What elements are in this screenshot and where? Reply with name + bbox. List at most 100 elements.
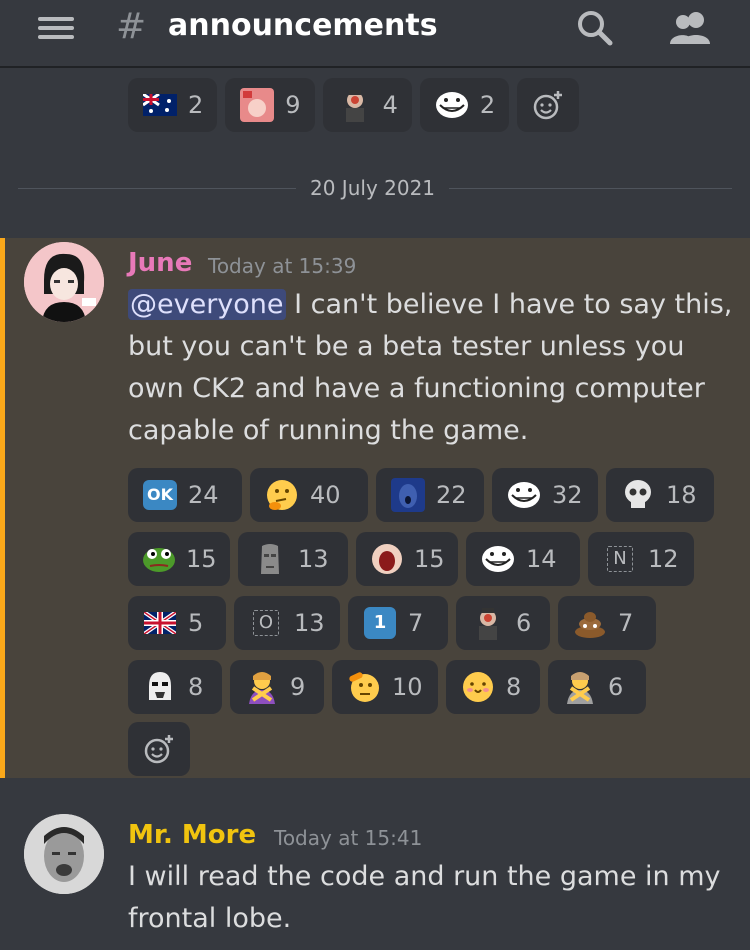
reaction-count: 12 xyxy=(648,545,679,573)
reaction-king[interactable]: 6 xyxy=(456,596,550,650)
reaction-pepe[interactable]: 15 xyxy=(128,532,230,586)
reaction-screaming[interactable]: 15 xyxy=(356,532,458,586)
reaction-letter-o[interactable]: O 13 xyxy=(234,596,340,650)
reaction-count: 9 xyxy=(290,673,306,701)
channel-name: announcements xyxy=(168,8,438,43)
thinking-face-icon xyxy=(264,477,300,513)
reaction-pleading[interactable]: 8 xyxy=(446,660,540,714)
reaction-count: 6 xyxy=(516,609,532,637)
reaction-row: 15 13 15 14 N 12 xyxy=(128,532,694,586)
reaction-count: 14 xyxy=(526,545,557,573)
moai-icon xyxy=(252,541,288,577)
reaction-king[interactable]: 4 xyxy=(322,78,412,132)
message-content: @everyone I can't believe I have to say … xyxy=(128,284,738,452)
saluting-face-icon xyxy=(346,669,382,705)
reaction-gesturing-no[interactable]: 9 xyxy=(230,660,324,714)
reaction-count: 13 xyxy=(294,609,325,637)
blue-scream-emoji-icon xyxy=(390,477,426,513)
reaction-count: 7 xyxy=(408,609,424,637)
trollface-emoji-icon xyxy=(506,477,542,513)
reaction-count: 2 xyxy=(188,91,204,119)
message-timestamp: Today at 15:41 xyxy=(274,826,423,850)
trollface-emoji-icon xyxy=(434,87,470,123)
reaction-count: 7 xyxy=(618,609,634,637)
reaction-count: 8 xyxy=(506,673,522,701)
members-icon[interactable] xyxy=(666,8,716,48)
top-bar: # announcements xyxy=(0,0,750,68)
reaction-count: 6 xyxy=(608,673,624,701)
message-author[interactable]: Mr. More xyxy=(128,820,256,850)
add-reaction-icon xyxy=(533,91,563,120)
reaction-count: 15 xyxy=(186,545,217,573)
avatar-mr-more[interactable] xyxy=(24,814,104,894)
reaction-moai[interactable]: 13 xyxy=(238,532,348,586)
reaction-trollface[interactable]: 2 xyxy=(419,78,510,132)
australia-flag-icon xyxy=(142,87,178,123)
reaction-poop[interactable]: 7 xyxy=(558,596,656,650)
everyone-mention[interactable]: @everyone xyxy=(128,289,286,320)
reaction-keycap-one[interactable]: 1 7 xyxy=(348,596,448,650)
reaction-letter-n[interactable]: N 12 xyxy=(588,532,694,586)
stormtrooper-emoji-icon xyxy=(142,669,178,705)
reaction-count: 15 xyxy=(414,545,445,573)
reaction-thinking[interactable]: 40 xyxy=(250,468,368,522)
reaction-uk-flag[interactable]: 5 xyxy=(128,596,226,650)
person-gesturing-no-icon xyxy=(244,669,280,705)
reaction-row: 5 O 13 1 7 6 7 xyxy=(128,596,656,650)
reaction-count: 10 xyxy=(392,673,423,701)
anime-girl-emoji-icon xyxy=(239,87,275,123)
add-reaction-icon xyxy=(144,735,173,764)
reaction-blue-scream[interactable]: 22 xyxy=(376,468,484,522)
ok-glyph: OK xyxy=(143,480,177,510)
reaction-count: 8 xyxy=(188,673,204,701)
reaction-count: 24 xyxy=(188,481,219,509)
reaction-ok[interactable]: OK 24 xyxy=(128,468,242,522)
add-reaction-button[interactable] xyxy=(128,722,190,776)
avatar-june[interactable] xyxy=(24,242,104,322)
reaction-count: 5 xyxy=(188,609,204,637)
reaction-gesturing-no-2[interactable]: 6 xyxy=(548,660,646,714)
ok-button-icon: OK xyxy=(142,477,178,513)
reaction-row: OK 24 40 22 32 18 xyxy=(128,468,714,522)
letter-n-glyph: N xyxy=(607,546,633,572)
reaction-count: 40 xyxy=(310,481,341,509)
reaction-stormtrooper[interactable]: 8 xyxy=(128,660,222,714)
trollface-emoji-icon xyxy=(480,541,516,577)
letter-o-icon: O xyxy=(248,605,284,641)
letter-o-glyph: O xyxy=(253,610,279,636)
reaction-count: 2 xyxy=(479,91,496,119)
reaction-count: 18 xyxy=(666,481,697,509)
reaction-saluting[interactable]: 10 xyxy=(332,660,438,714)
date-divider-label: 20 July 2021 xyxy=(296,176,450,200)
reaction-count: 9 xyxy=(285,91,301,119)
reaction-anime-girl[interactable]: 9 xyxy=(225,78,315,132)
add-reaction-button[interactable] xyxy=(517,78,580,132)
keycap-one-icon: 1 xyxy=(362,605,398,641)
pepe-frog-icon xyxy=(142,541,176,577)
king-emoji-icon xyxy=(337,87,373,123)
pleading-face-icon xyxy=(460,669,496,705)
skull-icon xyxy=(620,477,656,513)
message-timestamp: Today at 15:39 xyxy=(208,254,357,278)
reaction-row: 8 9 10 8 6 xyxy=(128,660,646,714)
channel-hash-icon: # xyxy=(116,6,147,47)
keycap-glyph: 1 xyxy=(364,607,396,639)
uk-flag-icon xyxy=(142,605,178,641)
message-author[interactable]: June xyxy=(128,248,192,278)
reaction-count: 32 xyxy=(552,481,583,509)
king-emoji-icon xyxy=(470,605,506,641)
reaction-trollface[interactable]: 32 xyxy=(492,468,598,522)
screaming-emoji-icon xyxy=(370,541,404,577)
reaction-skull[interactable]: 18 xyxy=(606,468,714,522)
reaction-australia[interactable]: 2 xyxy=(128,78,218,132)
search-icon[interactable] xyxy=(574,8,618,48)
reaction-count: 22 xyxy=(436,481,467,509)
reaction-count: 4 xyxy=(382,91,398,119)
reaction-trollface[interactable]: 14 xyxy=(466,532,580,586)
menu-icon[interactable] xyxy=(38,14,74,42)
reaction-count: 13 xyxy=(298,545,329,573)
message-text: I will read the code and run the game in… xyxy=(128,861,721,934)
letter-n-icon: N xyxy=(602,541,638,577)
previous-message-reactions: 2 9 4 2 xyxy=(128,78,580,132)
mention-highlight-bar xyxy=(0,238,5,778)
